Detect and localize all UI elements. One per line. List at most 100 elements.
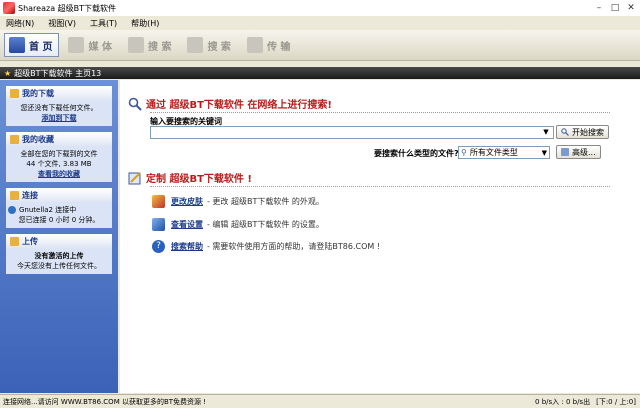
star-icon: ★ [4,68,12,78]
toolbar-media-label: 媒 体 [88,41,112,53]
toolbar-network-label: 搜 索 [147,41,172,53]
panel-connection-body: Gnutella2 连接中 您已连接 0 小时 0 分钟。 [6,202,112,228]
panel-uploads-title: 上传 [22,236,38,246]
view-settings-link[interactable]: 查看设置 [171,219,203,230]
maximize-icon[interactable]: □ [608,2,622,14]
task-search-help: ? 搜索帮助 - 需要软件使用方面的帮助，请登陆BT86.COM ! [152,240,380,253]
customize-divider [150,186,610,188]
help-icon: ? [152,240,165,253]
filetype-magnifier-icon: ⚲ [461,148,467,157]
view-library-link[interactable]: 查看我的收藏 [8,169,110,179]
title-bar: Shareaza 超级BT下载软件 – □ ✕ [0,0,640,16]
chevron-down-icon: ▼ [541,148,547,157]
panel-library-head: 我的收藏 [6,132,112,146]
home-icon [9,37,25,53]
customize-icon [128,171,141,184]
file-type-select[interactable]: ⚲ 所有文件类型 ▼ [458,146,550,159]
connection-status: Gnutella2 连接中 [19,206,77,214]
search-divider [150,112,610,114]
panel-library: 我的收藏 全部在您的下载到的文件 44 个文件, 3.83 MB 查看我的收藏 [6,132,112,182]
advanced-icon [561,148,569,156]
toolbar-home-button[interactable]: 首 页 [4,33,60,57]
search-input[interactable] [150,126,554,139]
uploads-today: 今天您没有上传任何文件。 [17,262,101,270]
panel-connection-title: 连接 [22,190,38,200]
search-help-link[interactable]: 搜索帮助 [171,241,203,252]
toolbar-search-label: 搜 索 [207,41,231,53]
search-section-title: 通过 超级BT下载软件 在网络上进行搜索! [128,96,332,111]
network-icon [127,37,144,53]
uploads-status: 没有激活的上传 [34,252,84,260]
change-skin-link[interactable]: 更改皮肤 [171,196,203,207]
app-icon [3,2,15,14]
toolbar-network-button[interactable]: 搜 索 [123,33,178,57]
app-window: Shareaza 超级BT下载软件 – □ ✕ 网络(N) 视图(V) 工具(T… [0,0,640,408]
file-type-label: 要搜索什么类型的文件? [374,149,459,158]
search-title-text: 通过 超级BT下载软件 在网络上进行搜索! [146,100,332,111]
panel-library-body: 全部在您的下载到的文件 44 个文件, 3.83 MB 查看我的收藏 [6,146,112,182]
toolbar-transfer-button[interactable]: 传 输 [242,33,297,57]
minimize-icon[interactable]: – [592,2,606,14]
skin-icon [152,195,165,208]
panel-connection-head: 连接 [6,188,112,202]
header-strip-label: 超级BT下载软件 主页13 [14,68,102,78]
panel-library-stats: 44 个文件, 3.83 MB [26,160,92,168]
main-content: 通过 超级BT下载软件 在网络上进行搜索! 输入要搜索的关键词 ▼ 开始搜索 要… [120,80,640,393]
panel-downloads-head: 我的下载 [6,86,112,100]
customize-title-text: 定制 超级BT下载软件 ! [146,174,252,185]
media-icon [68,37,85,53]
search-history-dropdown-icon[interactable]: ▼ [541,127,551,138]
advanced-search-button[interactable]: 高级... [556,145,601,159]
transfer-icon [246,37,263,53]
start-search-button[interactable]: 开始搜索 [556,125,609,139]
menu-network[interactable]: 网络(N) [6,18,34,29]
menu-bar: 网络(N) 视图(V) 工具(T) 帮助(H) [0,16,640,30]
close-icon[interactable]: ✕ [624,2,638,14]
menu-view[interactable]: 视图(V) [48,18,76,29]
window-title: Shareaza 超级BT下载软件 [18,3,117,13]
settings-icon [152,218,165,231]
panel-uploads-body: 没有激活的上传 今天您没有上传任何文件。 [6,248,112,274]
panel-downloads: 我的下载 您还没有下载任何文件。 添加到下载 [6,86,112,126]
panel-downloads-body: 您还没有下载任何文件。 添加到下载 [6,100,112,126]
panel-uploads-head: 上传 [6,234,112,248]
connection-icon [10,190,19,200]
view-settings-desc: - 编辑 超级BT下载软件 的设置。 [207,220,324,229]
panel-downloads-title: 我的下载 [22,88,54,98]
panel-downloads-text: 您还没有下载任何文件。 [20,104,98,112]
toolbar-media-button[interactable]: 媒 体 [63,33,118,57]
status-bar: 连接网络...请访问 WWW.BT86.COM 以获取更多的BT免费资源 ! 0… [0,394,640,408]
search-button-icon [561,128,569,136]
toolbar-transfer-label: 传 输 [266,41,291,53]
header-strip: ★ 超级BT下载软件 主页13 [0,67,640,79]
panel-connection: 连接 Gnutella2 连接中 您已连接 0 小时 0 分钟。 [6,188,112,228]
download-folder-icon [10,88,19,98]
advanced-search-label: 高级... [572,147,596,157]
panel-library-text: 全部在您的下载到的文件 [20,150,98,158]
panel-uploads: 上传 没有激活的上传 今天您没有上传任何文件。 [6,234,112,274]
status-right: 0 b/s入 : 0 b/s出 [下:0 / 上:0] [535,397,640,407]
connection-time: 您已连接 0 小时 0 分钟。 [18,216,100,224]
task-view-settings: 查看设置 - 编辑 超级BT下载软件 的设置。 [152,218,324,231]
window-controls: – □ ✕ [592,2,640,14]
status-message: 连接网络...请访问 WWW.BT86.COM 以获取更多的BT免费资源 ! [3,397,207,406]
toolbar-home-label: 首 页 [29,41,53,53]
add-download-link[interactable]: 添加到下载 [8,113,110,123]
sidebar: 我的下载 您还没有下载任何文件。 添加到下载 我的收藏 全部在您的下载到的文件 … [0,80,118,393]
menu-tools[interactable]: 工具(T) [90,18,117,29]
customize-section-title: 定制 超级BT下载软件 ! [128,170,252,185]
connection-status-row: Gnutella2 连接中 [8,205,110,215]
magnifier-icon [128,97,142,111]
status-speed: 0 b/s入 : 0 b/s出 [535,397,591,406]
main-toolbar: 首 页 媒 体 搜 索 搜 索 传 输 [0,30,640,61]
status-transfers: [下:0 / 上:0] [596,397,636,406]
change-skin-desc: - 更改 超级BT下载软件 的外观。 [207,197,324,206]
search-help-desc: - 需要软件使用方面的帮助，请登陆BT86.COM ! [207,242,381,251]
panel-library-title: 我的收藏 [22,134,54,144]
start-search-label: 开始搜索 [572,127,604,137]
toolbar-search-button[interactable]: 搜 索 [182,33,237,57]
globe-icon [8,206,16,214]
library-icon [10,134,19,144]
file-type-value: 所有文件类型 [469,148,518,157]
menu-help[interactable]: 帮助(H) [131,18,159,29]
